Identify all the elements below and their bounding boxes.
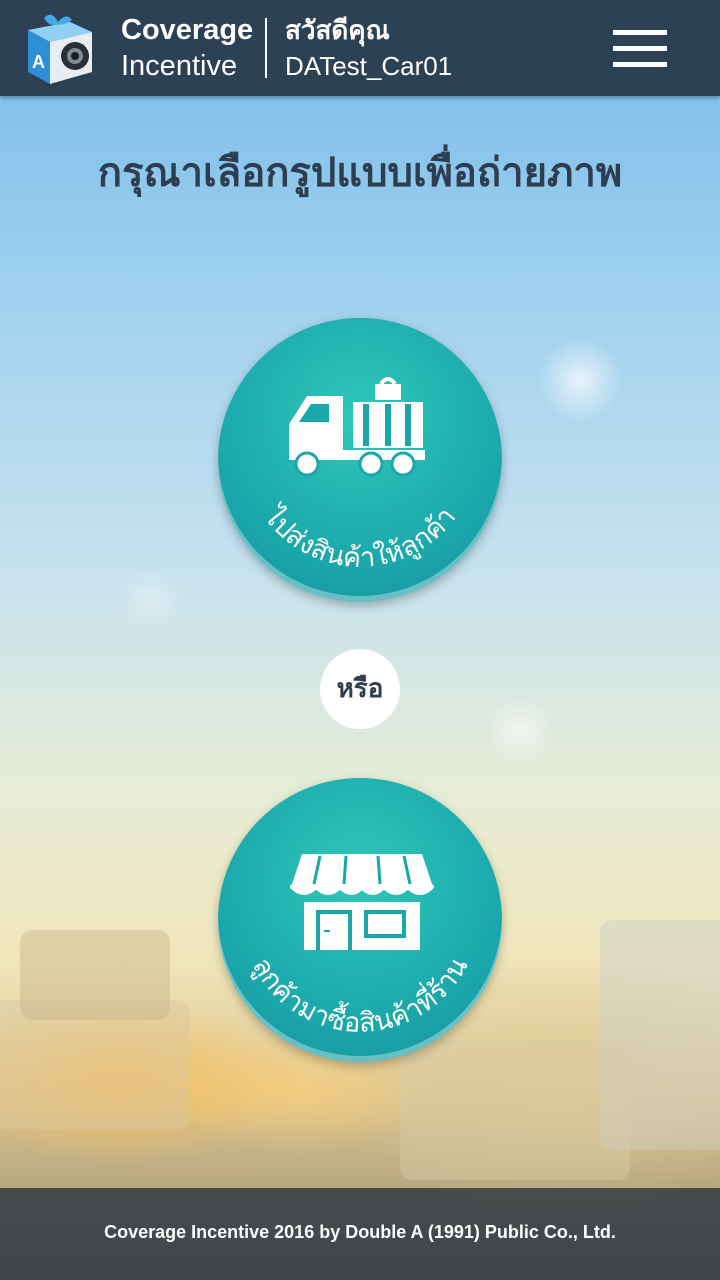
- greeting-text: สวัสดีคุณ: [285, 15, 390, 45]
- camera-gift-icon: A: [22, 10, 96, 86]
- copyright-text: Coverage Incentive 2016 by Double A (199…: [104, 1222, 616, 1242]
- svg-text:A: A: [32, 52, 45, 72]
- background-car: [20, 930, 170, 1020]
- hamburger-menu-icon: [613, 30, 667, 35]
- user-greeting: สวัสดีคุณ DATest_Car01: [285, 14, 452, 86]
- brand-line-2: Incentive: [121, 50, 238, 82]
- store-option-button[interactable]: ลูกค้ามาซื้อสินค้าที่ร้าน: [218, 778, 502, 1062]
- page-title: กรุณาเลือกรูปแบบเพื่อถ่ายภาพ: [97, 150, 623, 196]
- app-footer: Coverage Incentive 2016 by Double A (199…: [0, 1188, 720, 1280]
- username: DATest_Car01: [285, 51, 453, 81]
- brand-name: Coverage Incentive: [121, 14, 253, 86]
- or-separator: หรือ: [320, 649, 400, 729]
- delivery-option-button[interactable]: ไปส่งสินค้าให้ลูกค้า: [218, 318, 502, 602]
- brand-line-1: Coverage: [121, 14, 254, 46]
- hamburger-menu-button[interactable]: [608, 26, 672, 72]
- store-option-label: ลูกค้ามาซื้อสินค้าที่ร้าน: [246, 952, 474, 1039]
- header-divider: [265, 18, 267, 78]
- app-header: A Coverage Incentive สวัสดีคุณ DATest_Ca…: [0, 0, 720, 96]
- delivery-option-label: ไปส่งสินค้าให้ลูกค้า: [257, 500, 463, 574]
